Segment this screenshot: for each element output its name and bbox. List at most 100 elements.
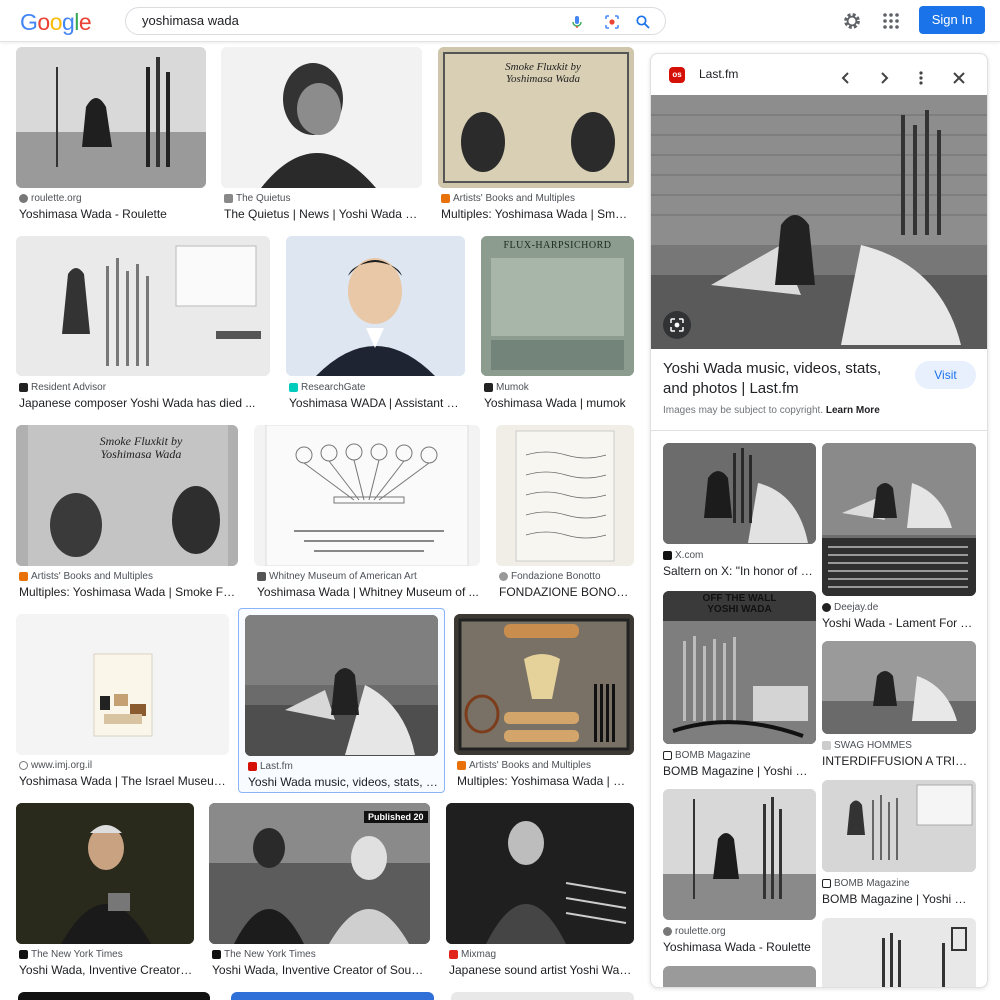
result-source: Artists' Books and Multiples [19, 571, 235, 582]
related-card[interactable]: X.com Saltern on X: "In honor of the... [663, 443, 816, 583]
result-thumbnail[interactable] [496, 425, 634, 566]
related-card[interactable]: SWAG HOMMES INTERDIFFUSION A TRIBUTE... [822, 641, 976, 771]
lens-search-button[interactable] [663, 311, 691, 339]
apps-grid-icon[interactable] [882, 12, 900, 30]
mixmag-icon [449, 950, 458, 959]
result-thumbnail[interactable]: FLUX-HARPSICHORD [481, 236, 634, 376]
related-thumbnail[interactable]: OFF THE WALL YOSHI WADA [663, 591, 816, 744]
lastfm-icon [248, 762, 257, 771]
related-thumbnail[interactable] [663, 966, 816, 987]
related-thumbnail[interactable] [822, 780, 976, 872]
roulette-icon [663, 927, 672, 936]
result-title[interactable]: Yoshimasa Wada | mumok [484, 396, 633, 410]
result-thumbnail[interactable] [451, 992, 634, 1000]
result-title[interactable]: Japanese composer Yoshi Wada has died ..… [19, 396, 269, 410]
panel-source[interactable]: Last.fm [699, 67, 738, 81]
panel-main-image[interactable] [651, 95, 987, 349]
related-card[interactable]: BOMB Magazine BOMB Magazine | Yoshi Wada [822, 780, 976, 910]
related-title[interactable]: Yoshi Wada - Lament For Th... [822, 616, 973, 630]
result-thumbnail[interactable] [446, 803, 634, 944]
result-title[interactable]: The Quietus | News | Yoshi Wada Ha... [224, 207, 421, 221]
chevron-left-icon[interactable] [837, 69, 855, 87]
result-title[interactable]: Yoshi Wada, Inventive Creator of Sound .… [212, 963, 429, 977]
result-title[interactable]: Yoshimasa Wada | Whitney Museum of ... [257, 585, 479, 599]
related-source: SWAG HOMMES [822, 740, 972, 751]
related-title[interactable]: BOMB Magazine | Yoshi Wada [822, 892, 973, 906]
search-input[interactable]: yoshimasa wada [142, 13, 239, 28]
result-card[interactable]: ResearchGate Yoshimasa WADA | Assistant … [286, 236, 465, 412]
result-card[interactable]: The New York Times Yoshi Wada, Inventive… [16, 803, 194, 979]
result-card[interactable]: Whitney Museum of American Art Yoshimasa… [254, 425, 480, 601]
chevron-right-icon[interactable] [875, 69, 893, 87]
related-source: X.com [663, 550, 813, 561]
result-title[interactable]: Multiples: Yoshimasa Wada | Smoke... [441, 207, 633, 221]
result-source: Whitney Museum of American Art [257, 571, 477, 582]
related-card[interactable]: Deejay.de Yoshi Wada - Lament For Th... [822, 443, 976, 633]
lens-icon[interactable] [604, 14, 620, 30]
result-card[interactable]: Fondazione Bonotto FONDAZIONE BONOTTO ..… [496, 425, 634, 601]
result-thumbnail[interactable] [254, 425, 480, 566]
result-thumbnail[interactable] [286, 236, 465, 376]
visit-button[interactable]: Visit [915, 361, 976, 389]
preview-panel: os Last.fm Yoshi Wada music, videos, sta… [650, 53, 988, 988]
search-icon[interactable] [635, 14, 651, 30]
google-logo[interactable]: Google [20, 8, 92, 36]
result-card[interactable]: Resident Advisor Japanese composer Yoshi… [16, 236, 270, 412]
sign-in-button[interactable]: Sign In [919, 6, 985, 34]
result-thumbnail[interactable]: Smoke Fluxkit by Yoshimasa Wada [438, 47, 634, 188]
result-thumbnail[interactable] [16, 236, 270, 376]
related-thumbnail[interactable] [822, 641, 976, 734]
result-thumbnail[interactable] [18, 992, 210, 1000]
related-thumbnail[interactable] [663, 443, 816, 544]
microphone-icon[interactable] [569, 14, 585, 30]
result-card[interactable]: www.imj.org.il Yoshimasa Wada | The Isra… [16, 614, 229, 790]
related-title[interactable]: Saltern on X: "In honor of the... [663, 564, 813, 578]
related-thumbnail[interactable] [663, 789, 816, 920]
result-card[interactable]: roulette.org Yoshimasa Wada - Roulette [16, 47, 206, 222]
gear-icon[interactable] [842, 11, 862, 31]
result-title[interactable]: Yoshi Wada, Inventive Creator of... [19, 963, 193, 977]
result-title[interactable]: FONDAZIONE BONOTTO ... [499, 585, 633, 599]
panel-title[interactable]: Yoshi Wada music, videos, stats, and pho… [663, 359, 903, 399]
result-title[interactable]: Yoshi Wada music, videos, stats, an... [248, 775, 440, 789]
result-thumbnail[interactable] [221, 47, 422, 188]
result-card[interactable]: Smoke Fluxkit by Yoshimasa Wada Artists'… [16, 425, 238, 601]
result-card[interactable]: FLUX-HARPSICHORD Mumok Yoshimasa Wada | … [481, 236, 634, 412]
top-bar: Google yoshimasa wada Sign In [0, 0, 1000, 42]
related-title[interactable]: Yoshimasa Wada - Roulette [663, 940, 813, 954]
result-title[interactable]: Yoshimasa Wada - Roulette [19, 207, 205, 221]
learn-more-link[interactable]: Learn More [826, 405, 880, 416]
result-thumbnail[interactable]: Published 20 [209, 803, 430, 944]
search-box[interactable]: yoshimasa wada [125, 7, 666, 35]
more-vert-icon[interactable] [912, 69, 930, 87]
result-title[interactable]: Japanese sound artist Yoshi Wada... [449, 963, 633, 977]
result-thumbnail[interactable] [16, 803, 194, 944]
related-title[interactable]: INTERDIFFUSION A TRIBUTE... [822, 754, 973, 768]
result-card[interactable]: Published 20 The New York Times Yoshi Wa… [209, 803, 430, 979]
result-thumbnail[interactable] [245, 615, 438, 756]
result-thumbnail[interactable] [231, 992, 434, 1000]
bomb-icon [822, 879, 831, 888]
related-card[interactable]: roulette.org Yoshimasa Wada - Roulette [663, 789, 816, 959]
related-title[interactable]: BOMB Magazine | Yoshi Wada [663, 764, 813, 778]
result-title[interactable]: Multiples: Yoshimasa Wada | Smoke Flux..… [19, 585, 237, 599]
result-card[interactable]: Artists' Books and Multiples Multiples: … [454, 614, 634, 790]
thumbnail-caption: Smoke Fluxkit by Yoshimasa Wada [99, 434, 183, 461]
result-title[interactable]: Yoshimasa Wada | The Israel Museum ... [19, 774, 228, 788]
close-icon[interactable] [950, 69, 968, 87]
result-thumbnail[interactable] [454, 614, 634, 755]
result-thumbnail[interactable] [16, 47, 206, 188]
result-card-selected[interactable]: Last.fm Yoshi Wada music, videos, stats,… [238, 608, 445, 793]
result-title[interactable]: Yoshimasa WADA | Assistant Pro... [289, 396, 464, 410]
related-card[interactable]: OFF THE WALL YOSHI WADA BOMB Magazine BO… [663, 591, 816, 778]
result-card[interactable]: The Quietus The Quietus | News | Yoshi W… [221, 47, 422, 222]
related-thumbnail[interactable] [822, 918, 976, 987]
result-source: Artists' Books and Multiples [457, 760, 631, 771]
result-thumbnail[interactable] [16, 614, 229, 755]
artists-books-icon [457, 761, 466, 770]
result-card[interactable]: Smoke Fluxkit by Yoshimasa Wada Artists'… [438, 47, 634, 222]
result-thumbnail[interactable]: Smoke Fluxkit by Yoshimasa Wada [16, 425, 238, 566]
related-thumbnail[interactable] [822, 443, 976, 596]
result-card[interactable]: Mixmag Japanese sound artist Yoshi Wada.… [446, 803, 634, 979]
result-title[interactable]: Multiples: Yoshimasa Wada | Sm... [457, 774, 633, 788]
